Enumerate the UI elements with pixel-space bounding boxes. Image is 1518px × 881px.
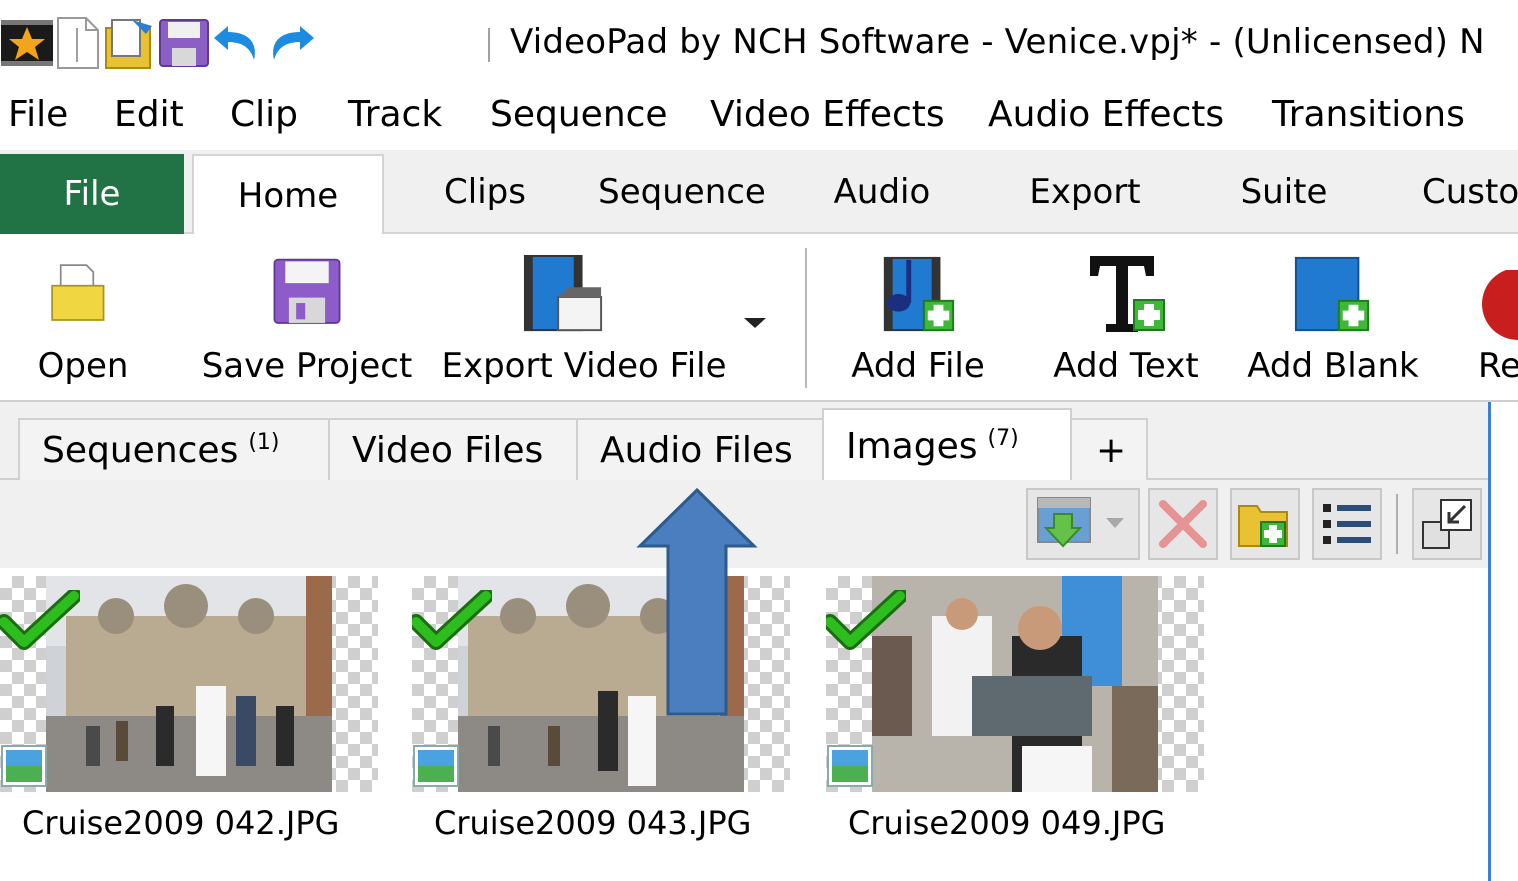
tab-images-label: Images [846, 425, 978, 467]
menu-file[interactable]: File [8, 94, 68, 135]
new-file-icon[interactable] [54, 16, 102, 70]
tab-sequences[interactable]: Sequences (1) [18, 418, 330, 480]
undock-button[interactable] [1412, 488, 1482, 560]
undo-icon[interactable] [210, 20, 264, 66]
add-folder-button[interactable] [1230, 488, 1300, 560]
thumbnail[interactable] [0, 576, 378, 792]
menu-edit[interactable]: Edit [114, 94, 184, 135]
right-panel [1491, 402, 1518, 881]
check-icon [412, 590, 492, 650]
tab-file[interactable]: File [0, 154, 184, 234]
tab-video-files-label: Video Files [352, 429, 544, 471]
remove-button[interactable] [1148, 488, 1218, 560]
add-bin-tab-label: + [1096, 429, 1127, 471]
image-type-icon [413, 745, 459, 787]
photo-preview [872, 576, 1158, 792]
item-name: Cruise2009 043.JPG [434, 804, 752, 842]
add-blank-label: Add Blank [1247, 346, 1419, 386]
toolbar-separator [1396, 494, 1398, 554]
list-view-icon [1323, 504, 1371, 544]
image-type-icon [827, 745, 873, 787]
open-folder-icon[interactable] [102, 16, 158, 70]
title-bar: VideoPad by NCH Software - Venice.vpj* -… [0, 0, 1518, 86]
tab-audio-files-label: Audio Files [600, 429, 793, 471]
tab-clips[interactable]: Clips [420, 150, 550, 234]
menu-video-effects[interactable]: Video Effects [710, 94, 945, 135]
menu-sequence[interactable]: Sequence [490, 94, 668, 135]
export-video-icon [523, 254, 603, 332]
record-button[interactable]: Re [1470, 234, 1518, 402]
tab-images-count: (7) [987, 425, 1019, 451]
menu-clip[interactable]: Clip [230, 94, 298, 135]
redo-icon[interactable] [264, 20, 318, 66]
tab-export[interactable]: Export [1012, 150, 1158, 234]
add-text-button[interactable]: Add Text [1046, 234, 1206, 402]
annotation-up-arrow-icon [636, 488, 758, 716]
save-project-label: Save Project [201, 346, 413, 386]
window-title: VideoPad by NCH Software - Venice.vpj* -… [510, 22, 1485, 62]
tab-video-files[interactable]: Video Files [328, 418, 578, 480]
tab-suite[interactable]: Suite [1222, 150, 1346, 234]
export-video-file-button[interactable]: Export Video File [441, 234, 727, 402]
menu-audio-effects[interactable]: Audio Effects [988, 94, 1224, 135]
add-text-icon [1090, 256, 1165, 332]
save-project-icon [273, 258, 341, 324]
save-project-button[interactable]: Save Project [200, 234, 414, 402]
add-blank-icon [1294, 256, 1370, 332]
add-folder-icon [1238, 505, 1288, 547]
tab-images[interactable]: Images (7) [822, 408, 1072, 482]
add-bin-tab-button[interactable]: + [1070, 418, 1148, 480]
save-icon[interactable] [158, 18, 210, 68]
tab-custom[interactable]: Custo [1412, 150, 1518, 234]
add-file-label: Add File [851, 346, 985, 386]
list-view-button[interactable] [1312, 488, 1382, 560]
tab-sequence[interactable]: Sequence [590, 150, 774, 234]
photo-preview [46, 576, 332, 792]
tab-audio[interactable]: Audio [820, 150, 944, 234]
add-to-sequence-button[interactable] [1026, 488, 1140, 560]
menu-bar: File Edit Clip Track Sequence Video Effe… [0, 86, 1518, 148]
menu-track[interactable]: Track [348, 94, 442, 135]
title-separator [488, 28, 490, 62]
tab-sequences-count: (1) [248, 429, 280, 455]
record-label: Re [1478, 346, 1518, 386]
ribbon-separator [805, 248, 807, 388]
check-icon [0, 590, 80, 650]
tab-audio-files[interactable]: Audio Files [576, 418, 824, 480]
thumbnail[interactable] [826, 576, 1204, 792]
item-name: Cruise2009 049.JPG [848, 804, 1166, 842]
open-folder-large-icon [51, 264, 105, 321]
menu-transitions[interactable]: Transitions [1272, 94, 1465, 135]
title-separator [76, 28, 78, 62]
undock-icon [1422, 499, 1472, 549]
ribbon-home-panel: Open Save Project Export Video File Add … [0, 234, 1518, 402]
export-dropdown-arrow-icon[interactable] [742, 316, 768, 330]
export-video-label: Export Video File [441, 346, 727, 386]
open-label: Open [37, 346, 129, 386]
add-blank-button[interactable]: Add Blank [1247, 234, 1419, 402]
record-icon [1482, 270, 1518, 340]
add-to-sequence-icon [1037, 497, 1124, 548]
ribbon-tab-bar: File Home Clips Sequence Audio Export Su… [0, 150, 1518, 236]
bin-tab-bar: Sequences (1) Video Files Audio Files Ima… [0, 402, 1490, 482]
open-button[interactable]: Open [30, 234, 136, 402]
delete-x-icon [1159, 500, 1207, 548]
image-type-icon [1, 745, 47, 787]
item-name: Cruise2009 042.JPG [22, 804, 340, 842]
add-file-icon [883, 256, 955, 332]
app-logo-icon[interactable] [0, 19, 54, 67]
tab-sequences-label: Sequences [42, 429, 239, 471]
tab-home[interactable]: Home [192, 154, 384, 236]
add-file-button[interactable]: Add File [850, 234, 986, 402]
check-icon [826, 590, 906, 650]
add-text-label: Add Text [1053, 346, 1199, 386]
